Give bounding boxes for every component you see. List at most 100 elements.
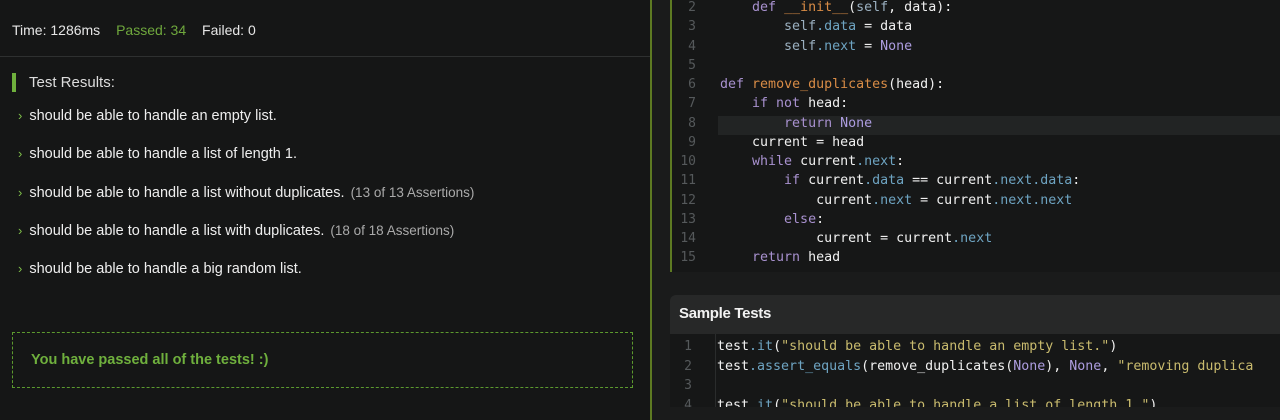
code-line: test.assert_equals(remove_duplicates(Non… (717, 359, 1253, 374)
code-token: .data (816, 19, 857, 35)
code-token: self (784, 19, 817, 35)
code-token: : (896, 154, 905, 169)
code-token: (remove_duplicates( (861, 358, 1014, 374)
code-token: head: (800, 96, 849, 112)
code-line: return None (720, 116, 872, 131)
chevron-right-icon[interactable]: › (18, 223, 22, 238)
chevron-right-icon[interactable]: › (18, 261, 22, 276)
code-token: __init__ (784, 0, 849, 15)
code-token: "should be able to handle a list of leng… (781, 397, 1150, 408)
code-line: current.next = current.next.next (720, 193, 1072, 208)
code-line: return head (720, 250, 840, 265)
chevron-right-icon[interactable]: › (18, 185, 22, 200)
code-token: if (784, 173, 801, 189)
line-number: 2 (688, 0, 696, 15)
chevron-right-icon[interactable]: › (18, 146, 22, 161)
test-result-item[interactable]: › should be able to handle an empty list. (18, 108, 279, 124)
code-token: def (752, 0, 777, 15)
test-result-item[interactable]: › should be able to handle a list without… (18, 185, 474, 201)
code-token: remove_duplicates (752, 77, 889, 92)
code-token: ( (773, 339, 782, 354)
code-editor[interactable]: 2 def __init__(self, data): 3 self.data =… (670, 0, 1280, 272)
line-number: 14 (680, 231, 696, 246)
line-number: 7 (688, 96, 696, 112)
line-number: 3 (684, 378, 692, 393)
code-token: .data (864, 173, 905, 189)
code-token: self (784, 38, 817, 54)
code-token: = current (912, 192, 993, 208)
line-number: 1 (684, 339, 692, 354)
code-token: current = current (720, 231, 953, 246)
line-number: 4 (684, 397, 692, 408)
code-token: : (816, 211, 825, 227)
assertion-count: (13 of 13 Assertions) (350, 184, 475, 200)
code-token: .next.data (992, 173, 1073, 189)
code-token: : (1072, 173, 1081, 189)
line-number: 13 (680, 211, 696, 227)
code-token: "should be able to handle an empty list.… (781, 339, 1110, 354)
line-number: 9 (688, 134, 696, 150)
code-token: ( (848, 0, 857, 15)
code-token: return (784, 115, 833, 131)
line-number: 12 (680, 192, 696, 208)
line-number: 8 (688, 115, 696, 131)
chevron-right-icon[interactable]: › (18, 108, 22, 123)
code-token: None (880, 38, 913, 54)
test-output-panel: Time: 1286ms Passed: 34 Failed: 0 Test R… (0, 0, 652, 420)
test-results-heading: Test Results: (12, 73, 115, 92)
code-token: = data (856, 19, 913, 35)
code-token: test (717, 339, 750, 354)
code-line: test.it("should be able to handle an emp… (717, 339, 1117, 354)
code-token: = (856, 38, 881, 54)
code-token: current = head (720, 134, 865, 150)
line-number: 4 (688, 38, 696, 54)
code-token: .next.next (992, 192, 1073, 208)
code-line: else: (720, 212, 824, 227)
code-token: .assert_equals (749, 358, 862, 374)
code-token: ), (1045, 358, 1070, 374)
code-token: ) (1109, 339, 1118, 354)
code-token: , data): (888, 0, 953, 15)
test-result-item[interactable]: › should be able to handle a list with du… (18, 223, 454, 239)
test-result-item[interactable]: › should be able to handle a big random l… (18, 261, 304, 277)
pass-message: You have passed all of the tests! :) (12, 332, 633, 388)
code-token: head (800, 250, 841, 266)
time-stat: Time: 1286ms (12, 22, 101, 38)
test-result-label: should be able to handle a list of lengt… (29, 146, 297, 163)
assertion-count: (18 of 18 Assertions) (330, 222, 455, 238)
code-token: None (840, 115, 873, 131)
test-result-label: should be able to handle an empty list. (29, 108, 277, 124)
code-token: .next (816, 38, 857, 54)
code-token: ( (773, 397, 782, 408)
code-token: while (752, 154, 793, 169)
code-token: return (752, 250, 801, 266)
sample-tests-editor[interactable]: 1 test.it("should be able to handle an em… (670, 334, 1280, 407)
line-number: 3 (688, 19, 696, 35)
divider (0, 56, 650, 57)
code-line: def __init__(self, data): (720, 0, 952, 15)
code-token: .next (952, 231, 993, 246)
line-number: 15 (680, 250, 696, 266)
failed-stat: Failed: 0 (202, 22, 256, 38)
line-number: 5 (688, 57, 696, 73)
code-line: current = head (720, 135, 864, 150)
test-result-item[interactable]: › should be able to handle a list of leng… (18, 146, 299, 162)
code-token: current (792, 154, 857, 169)
code-line: if current.data == current.next.data: (720, 173, 1080, 188)
code-token: def (720, 77, 745, 92)
code-token: == current (904, 173, 993, 189)
code-token: .next (872, 192, 913, 208)
sample-tests-title: Sample Tests (670, 295, 1280, 334)
line-number: 6 (688, 77, 696, 92)
code-line: test.it("should be able to handle a list… (717, 398, 1157, 408)
code-token: "removing duplica (1117, 358, 1254, 374)
code-token: .it (749, 397, 774, 408)
code-token: None (1013, 358, 1046, 374)
